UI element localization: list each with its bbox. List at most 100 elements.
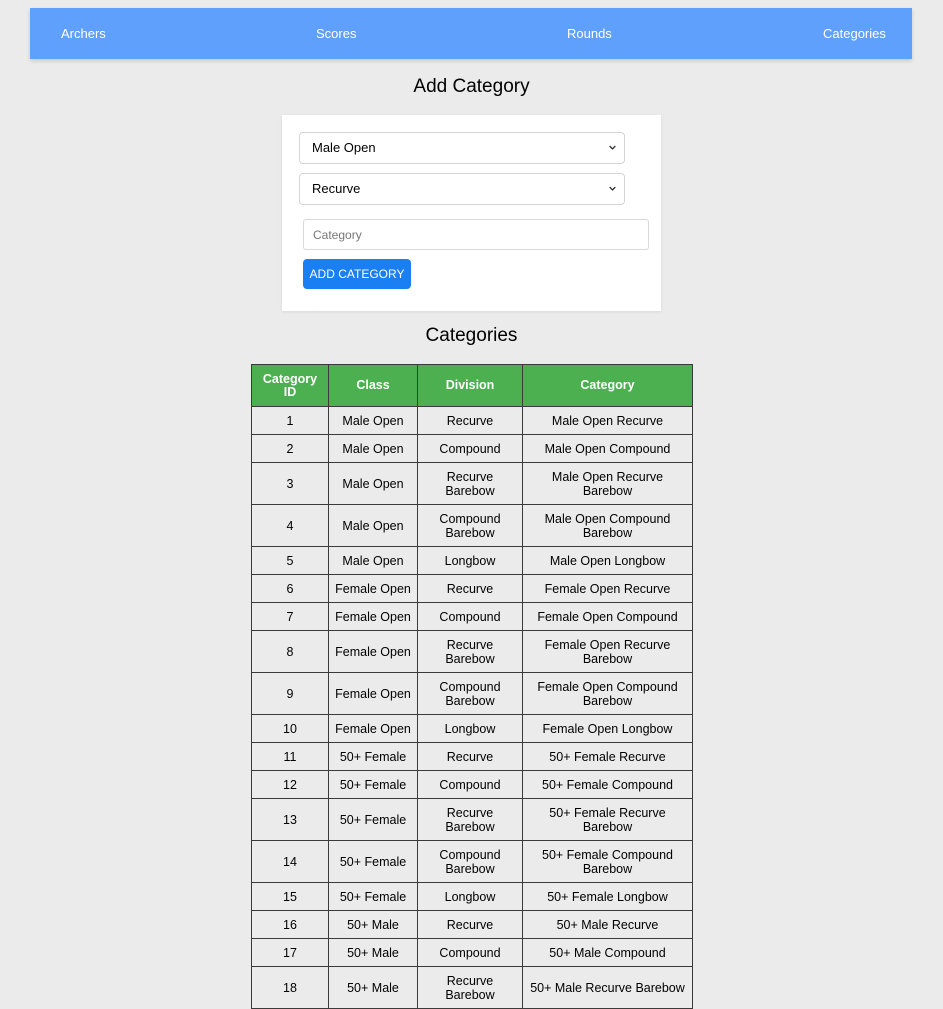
categories-title: Categories bbox=[425, 325, 518, 346]
category-input[interactable] bbox=[303, 219, 649, 250]
cell-division: Recurve Barebow bbox=[417, 462, 523, 505]
division-select[interactable]: Recurve bbox=[299, 173, 625, 205]
cell-class: 50+ Female bbox=[328, 882, 418, 911]
cell-class: Female Open bbox=[328, 714, 418, 743]
class-select-value: Male Open bbox=[312, 140, 376, 155]
cell-category-id: 8 bbox=[251, 630, 329, 673]
nav-link-categories[interactable]: Categories bbox=[823, 8, 886, 59]
column-header-division: Division bbox=[417, 364, 523, 407]
cell-class: Female Open bbox=[328, 602, 418, 631]
chevron-down-icon bbox=[609, 145, 616, 150]
table-row: 5 Male Open Longbow Male Open Longbow bbox=[251, 546, 693, 575]
cell-division: Compound bbox=[417, 770, 523, 799]
cell-division: Recurve Barebow bbox=[417, 966, 523, 1009]
cell-category: Female Open Compound bbox=[522, 602, 693, 631]
nav-link-archers[interactable]: Archers bbox=[61, 8, 106, 59]
table-row: 13 50+ Female Recurve Barebow 50+ Female Re… bbox=[251, 798, 693, 841]
cell-class: Female Open bbox=[328, 630, 418, 673]
cell-division: Compound Barebow bbox=[417, 840, 523, 883]
column-header-category-id: Category ID bbox=[251, 364, 329, 407]
cell-category-id: 11 bbox=[251, 742, 329, 771]
division-select-value: Recurve bbox=[312, 181, 361, 196]
cell-category-id: 1 bbox=[251, 406, 329, 435]
cell-category: Male Open Compound bbox=[522, 434, 693, 463]
cell-class: 50+ Male bbox=[328, 910, 418, 939]
column-header-class: Class bbox=[328, 364, 418, 407]
class-select[interactable]: Male Open bbox=[299, 132, 625, 164]
table-row: 11 50+ Female Recurve 50+ Female Recurve bbox=[251, 742, 693, 771]
top-navbar: Archers Scores Rounds Categories bbox=[30, 8, 912, 59]
table-row: 4 Male Open Compound Barebow Male Open Comp… bbox=[251, 504, 693, 547]
table-row: 2 Male Open Compound Male Open Compound bbox=[251, 434, 693, 463]
cell-category-id: 3 bbox=[251, 462, 329, 505]
cell-category-id: 4 bbox=[251, 504, 329, 547]
cell-category-id: 18 bbox=[251, 966, 329, 1009]
cell-class: Male Open bbox=[328, 546, 418, 575]
cell-category-id: 7 bbox=[251, 602, 329, 631]
table-row: 16 50+ Male Recurve 50+ Male Recurve bbox=[251, 910, 693, 939]
cell-category-id: 2 bbox=[251, 434, 329, 463]
cell-class: 50+ Female bbox=[328, 840, 418, 883]
cell-category: Male Open Compound Barebow bbox=[522, 504, 693, 547]
cell-category: 50+ Male Compound bbox=[522, 938, 693, 967]
cell-division: Recurve bbox=[417, 406, 523, 435]
cell-category: 50+ Female Compound Barebow bbox=[522, 840, 693, 883]
cell-category: 50+ Male Recurve Barebow bbox=[522, 966, 693, 1009]
cell-division: Compound Barebow bbox=[417, 672, 523, 715]
table-row: 18 50+ Male Recurve Barebow 50+ Male Recurv… bbox=[251, 966, 693, 1009]
table-row: 8 Female Open Recurve Barebow Female Open R… bbox=[251, 630, 693, 673]
add-category-title: Add Category bbox=[413, 76, 530, 97]
nav-link-scores[interactable]: Scores bbox=[316, 8, 356, 59]
cell-division: Longbow bbox=[417, 546, 523, 575]
cell-category-id: 15 bbox=[251, 882, 329, 911]
cell-category-id: 12 bbox=[251, 770, 329, 799]
cell-category: 50+ Female Recurve bbox=[522, 742, 693, 771]
table-row: 6 Female Open Recurve Female Open Recurve bbox=[251, 574, 693, 603]
cell-division: Recurve Barebow bbox=[417, 630, 523, 673]
cell-category: Male Open Recurve bbox=[522, 406, 693, 435]
table-row: 3 Male Open Recurve Barebow Male Open Recur… bbox=[251, 462, 693, 505]
cell-category: Female Open Recurve bbox=[522, 574, 693, 603]
table-row: 17 50+ Male Compound 50+ Male Compound bbox=[251, 938, 693, 967]
cell-category-id: 5 bbox=[251, 546, 329, 575]
cell-category-id: 10 bbox=[251, 714, 329, 743]
cell-division: Recurve Barebow bbox=[417, 798, 523, 841]
cell-category: 50+ Male Recurve bbox=[522, 910, 693, 939]
cell-category: Female Open Compound Barebow bbox=[522, 672, 693, 715]
cell-division: Compound bbox=[417, 938, 523, 967]
cell-division: Longbow bbox=[417, 882, 523, 911]
cell-class: Male Open bbox=[328, 504, 418, 547]
cell-category: Female Open Recurve Barebow bbox=[522, 630, 693, 673]
cell-division: Longbow bbox=[417, 714, 523, 743]
cell-category: 50+ Female Compound bbox=[522, 770, 693, 799]
add-category-button[interactable]: ADD CATEGORY bbox=[303, 259, 411, 289]
cell-division: Recurve bbox=[417, 910, 523, 939]
cell-class: Male Open bbox=[328, 462, 418, 505]
cell-category-id: 9 bbox=[251, 672, 329, 715]
cell-class: Female Open bbox=[328, 672, 418, 715]
cell-class: 50+ Male bbox=[328, 966, 418, 1009]
table-header-row: Category ID Class Division Category bbox=[251, 364, 693, 407]
table-row: 14 50+ Female Compound Barebow 50+ Female C… bbox=[251, 840, 693, 883]
cell-category-id: 14 bbox=[251, 840, 329, 883]
table-row: 15 50+ Female Longbow 50+ Female Longbow bbox=[251, 882, 693, 911]
cell-class: Male Open bbox=[328, 406, 418, 435]
cell-category-id: 13 bbox=[251, 798, 329, 841]
cell-category-id: 6 bbox=[251, 574, 329, 603]
cell-class: 50+ Female bbox=[328, 742, 418, 771]
cell-category: Male Open Longbow bbox=[522, 546, 693, 575]
categories-table: Category ID Class Division Category 1 Mal… bbox=[251, 364, 693, 1009]
cell-class: Female Open bbox=[328, 574, 418, 603]
cell-category: 50+ Female Longbow bbox=[522, 882, 693, 911]
cell-category: 50+ Female Recurve Barebow bbox=[522, 798, 693, 841]
table-row: 10 Female Open Longbow Female Open Longbow bbox=[251, 714, 693, 743]
table-row: 7 Female Open Compound Female Open Compound bbox=[251, 602, 693, 631]
cell-category: Male Open Recurve Barebow bbox=[522, 462, 693, 505]
cell-division: Compound bbox=[417, 434, 523, 463]
cell-class: Male Open bbox=[328, 434, 418, 463]
chevron-down-icon bbox=[609, 186, 616, 191]
table-row: 9 Female Open Compound Barebow Female Open … bbox=[251, 672, 693, 715]
cell-division: Recurve bbox=[417, 574, 523, 603]
nav-link-rounds[interactable]: Rounds bbox=[567, 8, 612, 59]
cell-class: 50+ Female bbox=[328, 798, 418, 841]
